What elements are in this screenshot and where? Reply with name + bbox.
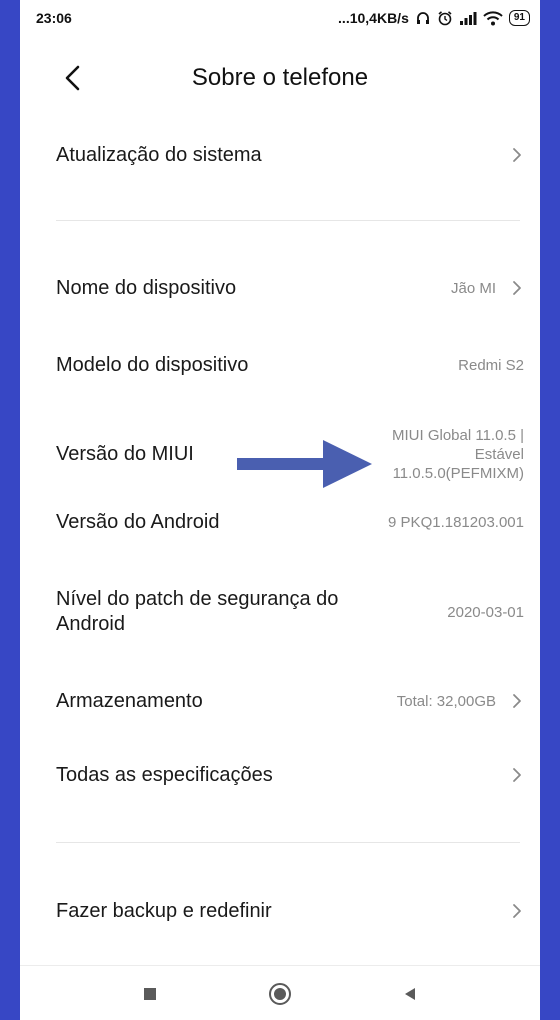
back-triangle-icon[interactable] [402, 986, 418, 1002]
row-label-line: Android [56, 613, 125, 635]
chevron-right-icon [513, 694, 521, 708]
battery-icon: 91 [508, 10, 530, 26]
row-label: Nível do patch de segurança do Android [56, 587, 338, 637]
section-divider [56, 220, 520, 221]
chevron-right-icon [513, 281, 521, 295]
row-value [496, 146, 524, 164]
app-header: Sobre o telefone [20, 58, 540, 98]
chevron-right-icon [513, 904, 521, 918]
chevron-right-icon [513, 148, 521, 162]
row-value: Jão MI [451, 279, 524, 298]
row-value: Redmi S2 [458, 356, 524, 375]
wifi-icon [483, 10, 503, 26]
row-label: Versão do Android [56, 510, 220, 533]
device-model-value: Redmi S2 [458, 356, 524, 374]
row-value [496, 902, 524, 920]
storage-value: Total: 32,00GB [396, 692, 496, 710]
miui-version-value: MIUI Global 11.0.5 | Estável 11.0.5.0(PE… [392, 426, 524, 483]
navigation-bar [20, 965, 540, 1020]
status-bar: 23:06 ...10,4KB/s 91 [20, 0, 540, 36]
chevron-right-icon [513, 768, 521, 782]
recents-square-icon[interactable] [142, 986, 158, 1002]
security-patch-value: 2020-03-01 [447, 603, 524, 621]
status-time: 23:06 [36, 10, 72, 26]
section-divider [56, 842, 520, 843]
miui-version-line: MIUI Global 11.0.5 | [391, 426, 524, 444]
settings-row-device-name[interactable]: Nome do dispositivo Jão MI [20, 263, 540, 313]
settings-row-security-patch: Nível do patch de segurança do Android 2… [20, 580, 540, 644]
miui-version-line: 11.0.5.0(PEFMIXM) [392, 464, 524, 482]
row-label: Fazer backup e redefinir [56, 899, 272, 922]
row-label: Nome do dispositivo [56, 276, 237, 299]
settings-row-storage[interactable]: Armazenamento Total: 32,00GB [20, 676, 540, 726]
android-version-value: 9 PKQ1.181203.001 [388, 513, 524, 531]
home-circle-icon[interactable] [268, 982, 292, 1006]
network-speed: ...10,4KB/s [338, 10, 409, 26]
signal-icon [459, 11, 477, 25]
row-value: 9 PKQ1.181203.001 [388, 513, 524, 532]
settings-row-all-specs[interactable]: Todas as especificações [20, 750, 540, 800]
miui-version-line: Estável [474, 445, 524, 463]
status-icons: ...10,4KB/s 91 [338, 10, 530, 26]
row-label: Todas as especificações [56, 763, 273, 786]
row-value: Total: 32,00GB [397, 692, 524, 711]
row-label: Armazenamento [56, 689, 203, 712]
row-label: Versão do MIUI [56, 442, 194, 465]
alarm-icon [437, 10, 453, 26]
row-value: 2020-03-01 [447, 603, 524, 622]
row-label: Modelo do dispositivo [56, 353, 249, 376]
row-label: Atualização do sistema [56, 143, 262, 166]
row-value [496, 766, 524, 784]
headset-icon [415, 10, 431, 26]
device-name-value: Jão MI [450, 279, 496, 297]
page-title: Sobre o telefone [191, 64, 369, 91]
annotation-arrow-icon [237, 440, 372, 488]
settings-row-system-update[interactable]: Atualização do sistema [20, 130, 540, 180]
phone-screen: 23:06 ...10,4KB/s 91 Sobre o telefone At… [20, 0, 540, 1020]
row-label-line: Nível do patch de segurança do [56, 588, 339, 610]
settings-row-android-version: Versão do Android 9 PKQ1.181203.001 [20, 497, 540, 547]
settings-row-device-model: Modelo do dispositivo Redmi S2 [20, 340, 540, 390]
settings-row-backup-reset[interactable]: Fazer backup e redefinir [20, 886, 540, 936]
